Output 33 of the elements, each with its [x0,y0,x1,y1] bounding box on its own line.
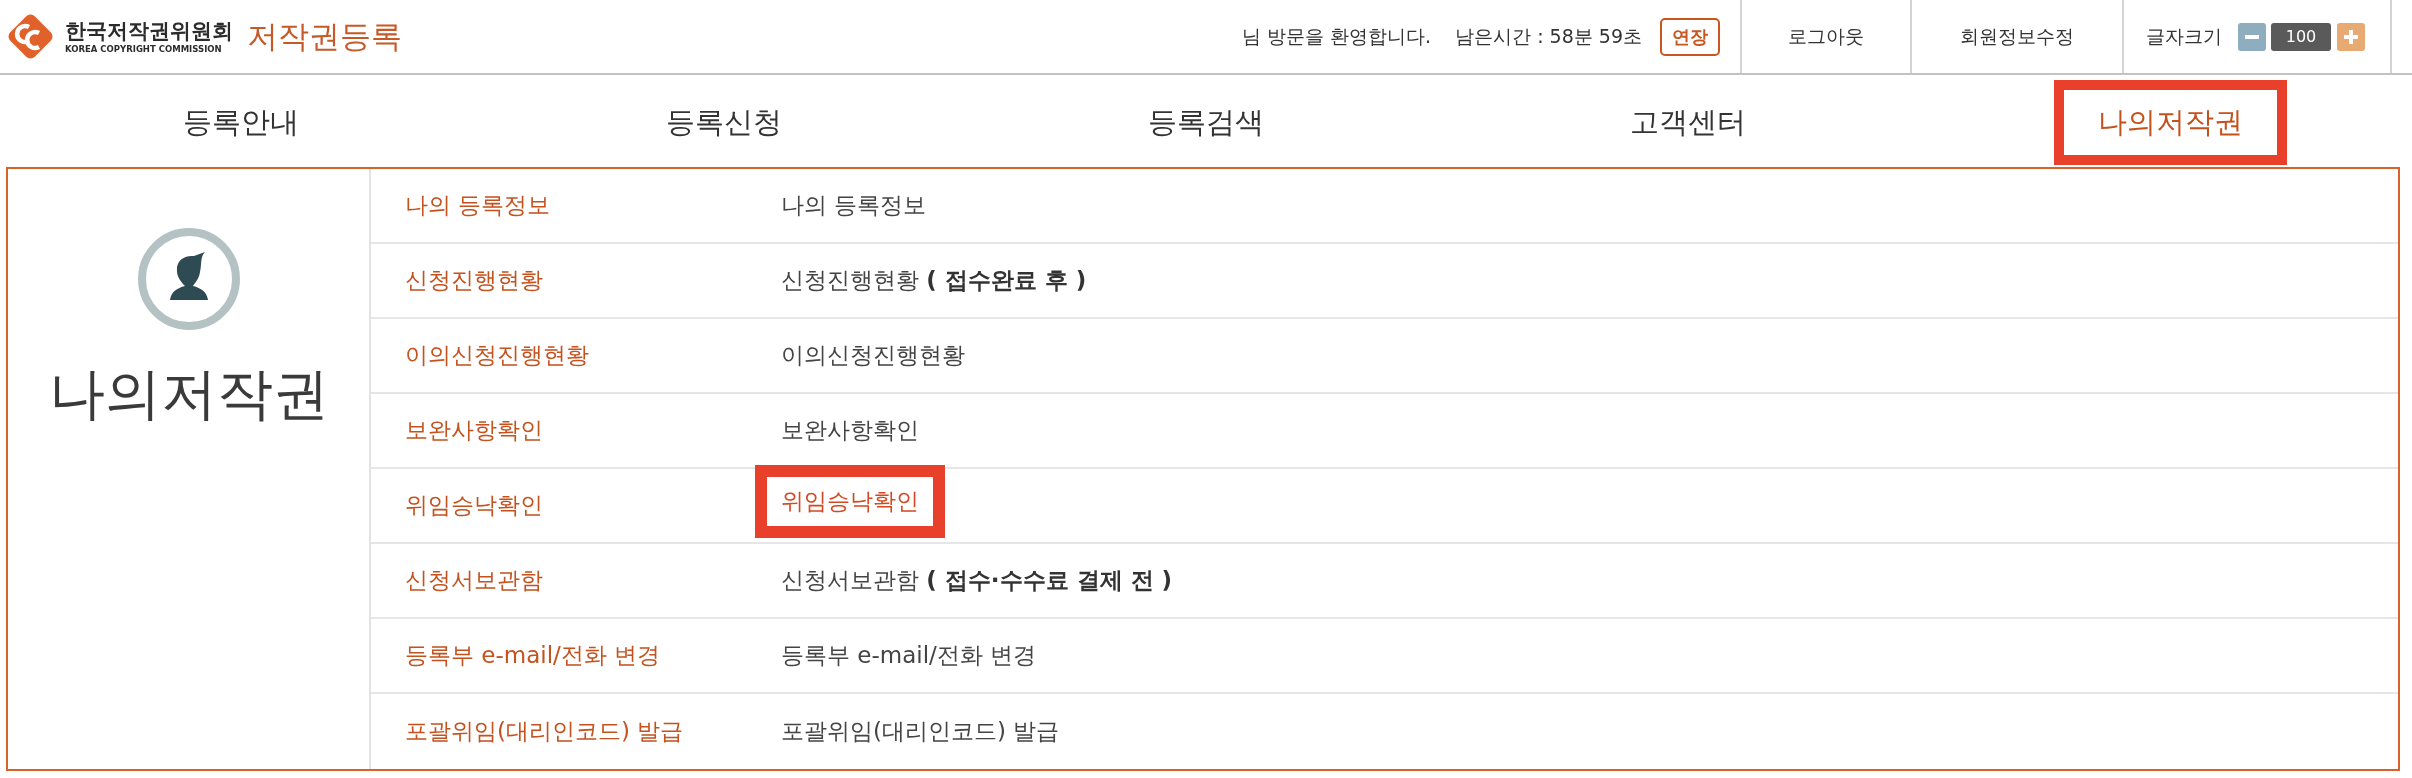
header-link[interactable]: 로그아웃 [1740,0,1910,73]
header-link[interactable]: 회원정보수정 [1910,0,2122,73]
person-icon [136,227,241,331]
panel-title: 나의저작권 [48,360,329,428]
menu-category: 이의신청진행현황 [405,341,590,370]
menu-category: 등록부 e-mail/전화 변경 [405,641,662,670]
welcome-text: 님 방문을 환영합니다. [1242,23,1432,49]
menu-link[interactable]: 나의 등록정보 [781,190,927,221]
menu-category: 나의 등록정보 [405,191,552,220]
menu-link[interactable]: 신청진행현황 ( 접수완료 후 ) [781,265,1087,296]
menu-link[interactable]: 포괄위임(대리인코드) 발급 [781,716,1060,747]
menu-link[interactable]: 보완사항확인 [781,415,919,446]
extend-button[interactable]: 연장 [1660,17,1720,56]
menu-link[interactable]: 등록부 e-mail/전화 변경 [781,640,1037,671]
logo-subtitle: KOREA COPYRIGHT COMMISSION [65,44,223,55]
menu-category: 포괄위임(대리인코드) 발급 [405,717,685,746]
menu-link[interactable]: 이의신청진행현황 [781,340,965,371]
menu-category: 위임승낙확인 [405,491,544,520]
remaining-time: 남은시간 : 58분 59초 [1455,23,1642,49]
site-title[interactable]: 저작권등록 [247,15,402,58]
menu-link[interactable]: 신청서보관함 ( 접수·수수료 결제 전 ) [781,565,1173,596]
plus-icon [2344,29,2358,44]
menu-category: 신청진행현황 [405,266,544,295]
menu-category: 신청서보관함 [405,566,544,595]
minus-icon [2245,34,2259,39]
font-size-value: 100 [2271,22,2331,51]
nav-tab[interactable]: 나의저작권 [2054,80,2288,165]
increase-font-button[interactable] [2337,22,2365,51]
decrease-font-button[interactable] [2238,22,2266,51]
logo-title: 한국저작권위원회 [65,18,233,44]
font-size-label: 글자크기 [2146,23,2222,49]
menu-category: 보완사항확인 [405,416,544,445]
menu-link[interactable]: 위임승낙확인 [755,464,945,538]
